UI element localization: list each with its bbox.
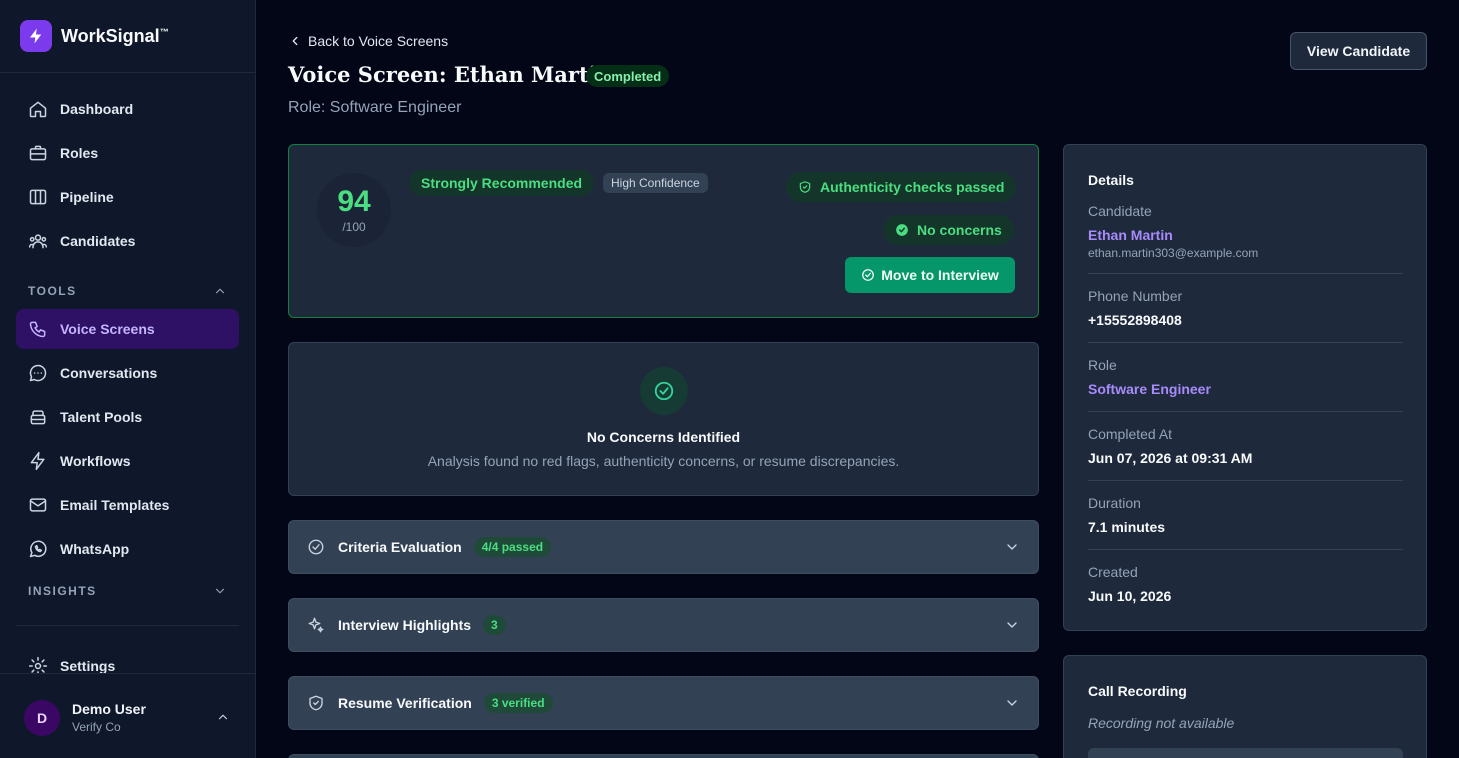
details-divider [1088, 411, 1403, 412]
section-label-tools: TOOLS [28, 284, 77, 298]
score-card: 94 /100 Strongly Recommended High Confid… [288, 144, 1039, 318]
recording-player-placeholder [1088, 748, 1403, 758]
bolt-logo-icon [20, 20, 52, 52]
user-org: Verify Co [72, 720, 121, 734]
role-link[interactable]: Software Engineer [1088, 381, 1211, 397]
highlights-badge: 3 [483, 615, 506, 635]
check-circle-icon [308, 539, 324, 555]
phone-icon [29, 321, 46, 338]
page-title: Voice Screen: Ethan Martin [288, 62, 612, 87]
avatar: D [24, 700, 60, 736]
recommendation-badge: Strongly Recommended [409, 170, 595, 196]
completed-label: Completed At [1088, 426, 1173, 442]
authenticity-badge: Authenticity checks passed [786, 172, 1017, 202]
concerns-badge: No concerns [883, 215, 1014, 245]
verification-badge: 3 verified [483, 693, 553, 713]
sidebar-item-pipeline[interactable]: Pipeline [16, 177, 239, 217]
phone-value: +15552898408 [1088, 312, 1182, 328]
chevron-down-icon [1007, 622, 1017, 628]
phone-label: Phone Number [1088, 288, 1183, 304]
accordion-interview-highlights[interactable]: Interview Highlights 3 [288, 598, 1039, 652]
sidebar-item-roles[interactable]: Roles [16, 133, 239, 173]
no-concerns-panel: No Concerns Identified Analysis found no… [288, 342, 1039, 496]
score-circle: 94 /100 [317, 173, 391, 247]
chat-bubble-icon [29, 364, 47, 382]
details-divider [1088, 480, 1403, 481]
accordion-resume-verification[interactable]: Resume Verification 3 verified [288, 676, 1039, 730]
sidebar-item-workflows[interactable]: Workflows [16, 441, 239, 481]
candidate-email: ethan.martin303@example.com [1088, 246, 1259, 260]
brand[interactable]: WorkSignal™ [0, 0, 255, 73]
chevron-down-icon [1007, 544, 1017, 550]
check-circle-icon [862, 269, 875, 281]
completed-value: Jun 07, 2026 at 09:31 AM [1088, 450, 1253, 466]
sidebar-divider [16, 625, 239, 626]
sidebar-item-dashboard[interactable]: Dashboard [16, 89, 239, 129]
brand-name: WorkSignal™ [61, 25, 169, 46]
call-recording-title: Call Recording [1088, 683, 1187, 699]
criteria-badge: 4/4 passed [473, 537, 552, 557]
confidence-badge: High Confidence [603, 173, 708, 193]
check-circle-filled-icon [896, 224, 908, 236]
score-max: /100 [342, 220, 366, 234]
user-menu[interactable]: D Demo User Verify Co [0, 673, 255, 758]
concerns-title: No Concerns Identified [586, 429, 741, 445]
chevron-up-icon[interactable] [213, 284, 227, 298]
details-divider [1088, 549, 1403, 550]
home-icon [29, 101, 47, 118]
duration-label: Duration [1088, 495, 1141, 511]
details-divider [1088, 273, 1403, 274]
chevron-up-icon[interactable] [216, 710, 230, 724]
chevron-down-icon [1007, 700, 1017, 706]
chevron-left-icon [292, 36, 298, 46]
sidebar-item-email-templates[interactable]: Email Templates [16, 485, 239, 525]
sidebar-item-voice-screens[interactable]: Voice Screens [16, 309, 239, 349]
sparkles-icon [308, 617, 324, 633]
duration-value: 7.1 minutes [1088, 519, 1166, 535]
sidebar-item-whatsapp[interactable]: WhatsApp [16, 529, 239, 569]
accordion-criteria-evaluation[interactable]: Criteria Evaluation 4/4 passed [288, 520, 1039, 574]
users-icon [28, 234, 48, 249]
columns-icon [29, 189, 47, 205]
status-badge: Completed [586, 65, 670, 87]
score-value: 94 [337, 185, 371, 218]
created-value: Jun 10, 2026 [1088, 588, 1172, 604]
check-circle-icon [640, 367, 688, 415]
move-to-interview-button[interactable]: Move to Interview [845, 257, 1015, 293]
back-link[interactable]: Back to Voice Screens [288, 33, 448, 49]
call-recording-status: Recording not available [1088, 715, 1235, 731]
sidebar-item-talent-pools[interactable]: Talent Pools [16, 397, 239, 437]
bolt-icon [30, 451, 45, 471]
user-name: Demo User [72, 701, 146, 717]
sidebar-item-conversations[interactable]: Conversations [16, 353, 239, 393]
shield-check-icon [309, 695, 323, 711]
database-icon [30, 410, 46, 425]
details-card: Details Candidate Ethan Martin ethan.mar… [1063, 144, 1427, 631]
sidebar: WorkSignal™ Dashboard Roles Pipeline Can… [0, 0, 256, 758]
shield-check-icon [799, 181, 811, 193]
candidate-label: Candidate [1088, 203, 1152, 219]
view-candidate-button[interactable]: View Candidate [1290, 32, 1427, 70]
call-recording-card: Call Recording Recording not available [1063, 655, 1427, 758]
sidebar-item-candidates[interactable]: Candidates [16, 221, 239, 261]
role-label: Role [1088, 357, 1117, 373]
details-divider [1088, 342, 1403, 343]
candidate-name-link[interactable]: Ethan Martin [1088, 227, 1173, 243]
details-heading: Details [1088, 172, 1134, 188]
concerns-subtitle: Analysis found no red flags, authenticit… [427, 453, 900, 469]
page-role: Role: Software Engineer [288, 99, 462, 116]
created-label: Created [1088, 564, 1138, 580]
accordion-partial[interactable] [288, 754, 1039, 758]
briefcase-icon [29, 145, 47, 161]
mail-icon [29, 498, 47, 512]
chevron-down-icon[interactable] [213, 584, 227, 598]
whatsapp-icon [29, 540, 47, 558]
section-label-insights: INSIGHTS [28, 584, 97, 598]
